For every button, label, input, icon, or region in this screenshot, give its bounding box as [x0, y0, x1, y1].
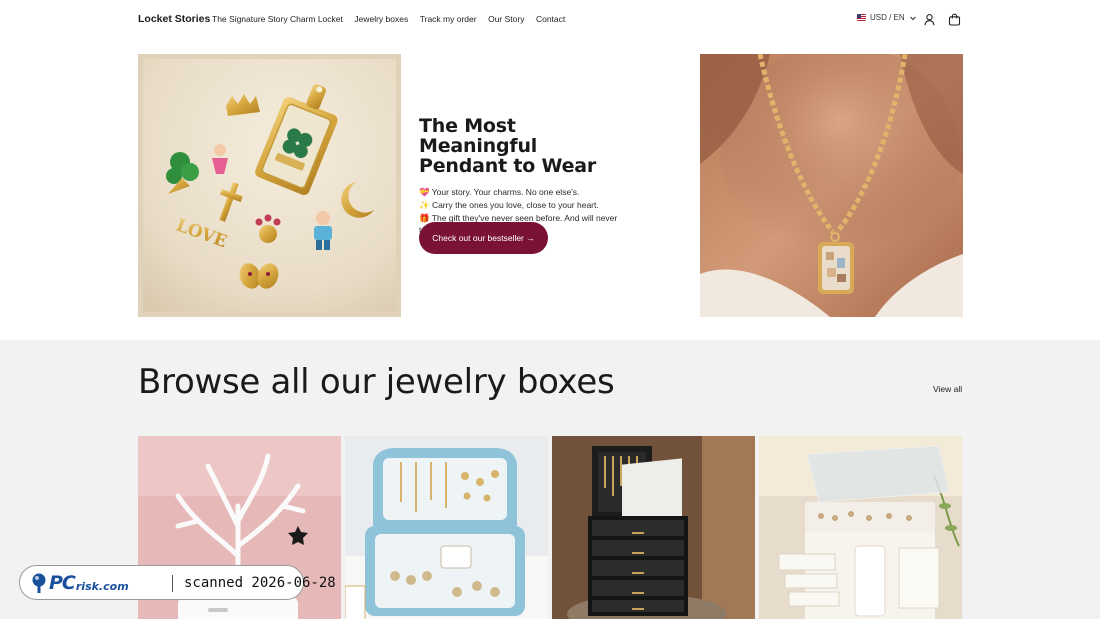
- nav-item-jewelry-boxes[interactable]: Jewelry boxes: [354, 14, 408, 24]
- product-card-black-box[interactable]: [552, 436, 755, 619]
- main-nav: The Signature Story Charm Locket Jewelry…: [212, 14, 577, 24]
- locale-label: USD / EN: [870, 13, 905, 22]
- watermark-divider: [172, 575, 173, 592]
- product-card-white-box[interactable]: [759, 436, 962, 619]
- account-icon[interactable]: [923, 13, 936, 26]
- nav-item-our-story[interactable]: Our Story: [488, 14, 524, 24]
- pcrisk-logo-pc: PC: [49, 572, 76, 594]
- browse-title: Browse all our jewelry boxes: [138, 362, 615, 402]
- nav-item-track-order[interactable]: Track my order: [420, 14, 477, 24]
- nav-item-charm-locket[interactable]: The Signature Story Charm Locket: [212, 14, 343, 24]
- hero-image-charms: LOVE: [138, 54, 401, 317]
- bestseller-button[interactable]: Check out our bestseller →: [419, 222, 548, 254]
- pcrisk-logo: PC risk.com: [31, 572, 129, 594]
- nav-item-contact[interactable]: Contact: [536, 14, 565, 24]
- magnifier-icon: [32, 573, 46, 593]
- hero-line-story: 💝 Your story. Your charms. No one else's…: [419, 187, 580, 197]
- view-all-link[interactable]: View all: [933, 384, 962, 394]
- scan-date-label: scanned 2026-06-28: [184, 575, 336, 591]
- hero-image-necklace: [700, 54, 963, 317]
- flag-us-icon: [857, 14, 866, 21]
- pcrisk-watermark: PC risk.com scanned 2026-06-28: [19, 565, 336, 600]
- cart-icon[interactable]: [948, 13, 961, 26]
- pcrisk-logo-risk: risk.com: [75, 579, 129, 593]
- site-header: Locket Stories The Signature Story Charm…: [0, 0, 1100, 40]
- product-card-travel-case[interactable]: [345, 436, 548, 619]
- chevron-down-icon: [909, 16, 916, 20]
- brand-logo[interactable]: Locket Stories: [138, 13, 210, 25]
- hero-title: The Most Meaningful Pendant to Wear: [419, 115, 597, 177]
- hero-line-carry: ✨ Carry the ones you love, close to your…: [419, 199, 599, 210]
- currency-language-selector[interactable]: USD / EN: [857, 13, 917, 22]
- hero-text-block: The Most Meaningful Pendant to Wear 💝 Yo…: [419, 116, 619, 237]
